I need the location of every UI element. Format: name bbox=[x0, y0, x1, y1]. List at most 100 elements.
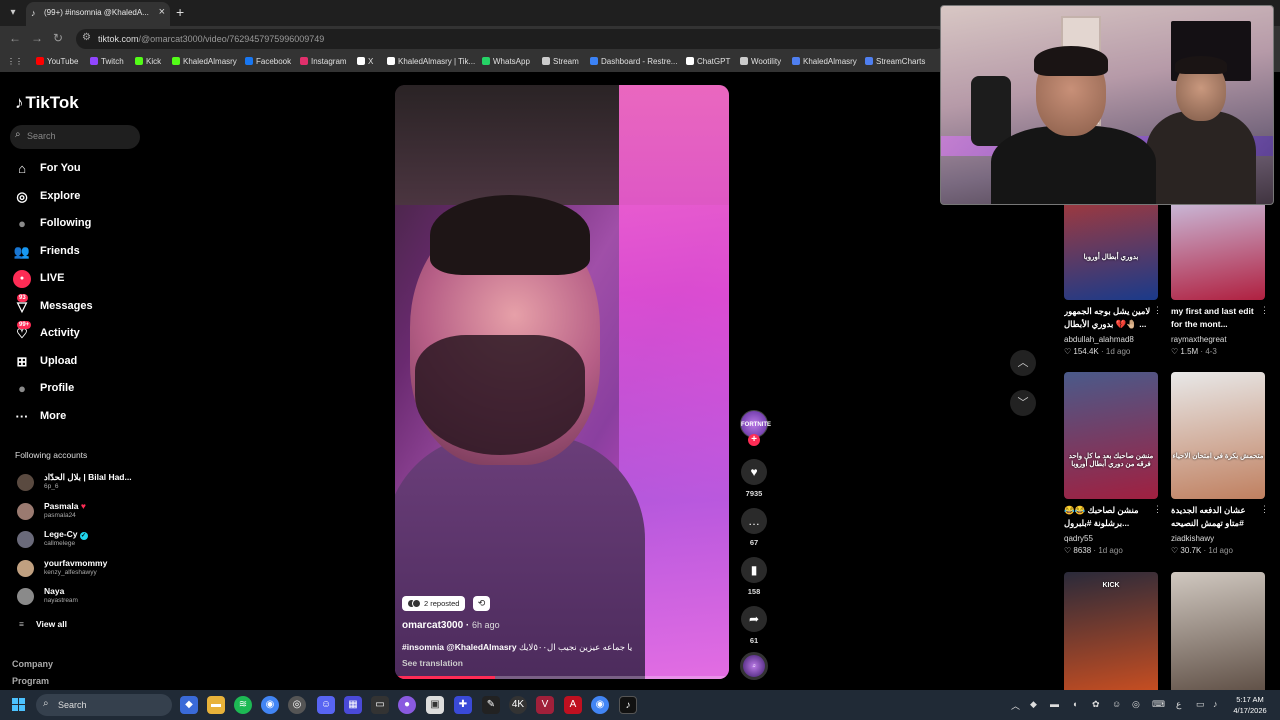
view-all-link[interactable]: ≡ View all bbox=[19, 619, 67, 629]
volume-icon[interactable]: ♪ bbox=[1213, 699, 1218, 709]
video-card-title[interactable]: my first and last edit for the mont... bbox=[1171, 305, 1259, 331]
tray-app4-icon[interactable]: ✿ bbox=[1092, 699, 1100, 710]
input-language[interactable]: ع bbox=[1176, 699, 1181, 710]
search-placeholder: Search bbox=[27, 131, 56, 141]
bookmark-item[interactable]: YouTube bbox=[36, 57, 78, 66]
previous-video-button[interactable]: ︿ bbox=[1010, 350, 1036, 376]
video-thumbnail[interactable]: منشن صاحبك بعد ما كل واحد فرقه من دوري أ… bbox=[1064, 372, 1158, 499]
video-card[interactable]: متحمش بكرة في امتحان الاحياء عشان الدفعه … bbox=[1171, 372, 1269, 555]
reposted-pill[interactable]: 2 reposted bbox=[402, 596, 466, 611]
apps-grid-icon[interactable]: ⋮⋮ bbox=[7, 57, 23, 66]
tiktok-logo[interactable]: ♪ TikTok bbox=[15, 93, 79, 113]
next-video-button[interactable]: ﹀ bbox=[1010, 390, 1036, 416]
acrobat-icon[interactable]: A bbox=[564, 696, 582, 714]
profile-icon: ● bbox=[18, 381, 26, 396]
obs-icon[interactable]: ◎ bbox=[288, 696, 306, 714]
share-button[interactable]: ➦ 61 bbox=[739, 606, 769, 645]
bookmark-item[interactable]: KhaledAlmasry bbox=[792, 57, 857, 66]
follow-plus-icon[interactable]: + bbox=[748, 434, 760, 446]
reload-icon[interactable]: ↻ bbox=[53, 31, 63, 45]
music-disc-icon[interactable]: ♫ bbox=[740, 652, 768, 680]
app-grid-icon[interactable]: ▦ bbox=[344, 696, 362, 714]
like-button[interactable]: ♥ 7935 bbox=[739, 459, 769, 498]
save-button[interactable]: ▮ 158 bbox=[739, 557, 769, 596]
caption-tags[interactable]: #insomnia @KhaledAlmasry bbox=[402, 642, 517, 652]
author-name: omarcat3000 bbox=[402, 620, 464, 631]
more-options-icon[interactable]: ⋮ bbox=[1260, 504, 1269, 515]
windows-start-icon[interactable] bbox=[12, 698, 26, 712]
tray-app5-icon[interactable]: ☺ bbox=[1112, 699, 1121, 709]
more-options-icon[interactable]: ⋮ bbox=[1153, 305, 1162, 316]
like-count: 154.4K bbox=[1073, 347, 1099, 356]
file-explorer-icon[interactable]: ▬ bbox=[207, 696, 225, 714]
bookmark-item[interactable]: Dashboard - Restre... bbox=[590, 57, 677, 66]
bookmark-item[interactable]: Facebook bbox=[245, 57, 291, 66]
bookmark-item[interactable]: KhaledAlmasry | Tik... bbox=[387, 57, 475, 66]
store-icon[interactable]: ▣ bbox=[426, 696, 444, 714]
4k-app-icon[interactable]: 4K bbox=[509, 696, 527, 714]
video-card[interactable] bbox=[1171, 572, 1265, 699]
chrome-icon[interactable]: ◉ bbox=[261, 696, 279, 714]
video-card-title[interactable]: عشان الدفعه الجديدة #متاو تهمش النصيحه #… bbox=[1171, 504, 1259, 530]
chrome-profile-icon[interactable]: ◉ bbox=[591, 696, 609, 714]
tray-app1-icon[interactable]: ◆ bbox=[1030, 699, 1037, 710]
footer-program[interactable]: Program bbox=[12, 676, 49, 686]
bookmark-item[interactable]: Instagram bbox=[300, 57, 347, 66]
app-red-icon[interactable]: V bbox=[536, 696, 554, 714]
see-translation-link[interactable]: See translation bbox=[402, 658, 463, 668]
tab-search-button[interactable]: ▾ bbox=[5, 5, 21, 21]
site-info-icon[interactable]: ⚙ bbox=[82, 32, 91, 43]
tray-app6-icon[interactable]: ◎ bbox=[1132, 699, 1140, 710]
bookmark-item[interactable]: X bbox=[357, 57, 373, 66]
video-thumbnail[interactable] bbox=[1171, 572, 1265, 699]
url-bar[interactable]: ⚙ tiktok.com/@omarcat3000/video/76294579… bbox=[76, 29, 946, 49]
bookmark-item[interactable]: Wootility bbox=[740, 57, 781, 66]
browser-tab-active[interactable]: ♪ (99+) #insomnia @KhaledA... × bbox=[26, 2, 170, 26]
taskbar-search[interactable]: ⌕ Search bbox=[36, 694, 172, 716]
video-thumbnail[interactable]: متحمش بكرة في امتحان الاحياء bbox=[1171, 372, 1265, 499]
video-card-user[interactable]: raymaxthegreat bbox=[1171, 335, 1227, 344]
pen-icon[interactable]: ✎ bbox=[482, 696, 500, 714]
copilot-icon[interactable]: ◆ bbox=[180, 696, 198, 714]
bookmark-item[interactable]: Stream bbox=[542, 57, 579, 66]
video-player[interactable] bbox=[395, 85, 729, 679]
new-tab-button[interactable]: + bbox=[176, 4, 184, 20]
forward-icon[interactable]: → bbox=[31, 31, 43, 45]
discord-icon[interactable]: ☺ bbox=[317, 696, 335, 714]
video-card[interactable]: KICK bbox=[1064, 572, 1158, 699]
video-card-user[interactable]: abdullah_alahmad8 bbox=[1064, 335, 1134, 344]
bookmark-item[interactable]: ChatGPT bbox=[686, 57, 730, 66]
app-purple-icon[interactable]: ● bbox=[398, 696, 416, 714]
video-thumbnail[interactable]: KICK bbox=[1064, 572, 1158, 699]
bookmark-item[interactable]: StreamCharts bbox=[865, 57, 925, 66]
tray-overflow-icon[interactable]: ︿ bbox=[1011, 699, 1020, 712]
bookmark-item[interactable]: Twitch bbox=[90, 57, 124, 66]
bookmark-item[interactable]: WhatsApp bbox=[482, 57, 530, 66]
comment-button[interactable]: … 67 bbox=[739, 508, 769, 547]
terminal-icon[interactable]: ▭ bbox=[371, 696, 389, 714]
taskbar-clock[interactable]: 5:17 AM 4/17/2026 bbox=[1228, 694, 1272, 716]
video-card-title[interactable]: 😂😂 منشن لصاحبك برشلونة #بلبرول... bbox=[1064, 504, 1152, 530]
tray-app2-icon[interactable]: ▬ bbox=[1050, 699, 1059, 709]
gamepad-icon[interactable]: ✚ bbox=[454, 696, 472, 714]
keyboard-icon[interactable]: ⌨ bbox=[1152, 699, 1165, 710]
more-options-icon[interactable]: ⋮ bbox=[1260, 305, 1269, 316]
capcut-icon[interactable]: ♪ bbox=[619, 696, 637, 714]
back-icon[interactable]: ← bbox=[9, 31, 21, 45]
tray-app3-icon[interactable]: ◖ bbox=[1072, 699, 1077, 709]
video-card-title[interactable]: لامين يشل بوجه الجمهور 🤚🏼💔 بدوري الأبطال… bbox=[1064, 305, 1152, 331]
video-author[interactable]: omarcat3000 · 6h ago bbox=[402, 620, 500, 631]
video-card-user[interactable]: ziadkishawy bbox=[1171, 534, 1214, 543]
network-icon[interactable]: ▭ bbox=[1196, 699, 1205, 710]
video-progress-bar[interactable] bbox=[395, 676, 729, 679]
more-options-icon[interactable]: ⋮ bbox=[1153, 504, 1162, 515]
repost-icon[interactable]: ⟲ bbox=[473, 596, 490, 611]
search-input[interactable]: ⌕ Search bbox=[10, 125, 140, 149]
close-tab-icon[interactable]: × bbox=[159, 6, 165, 18]
spotify-icon[interactable]: ≋ bbox=[234, 696, 252, 714]
footer-company[interactable]: Company bbox=[12, 659, 53, 669]
bookmark-item[interactable]: Kick bbox=[135, 57, 161, 66]
bookmark-item[interactable]: KhaledAlmasry bbox=[172, 57, 237, 66]
video-card-user[interactable]: qadry55 bbox=[1064, 534, 1093, 543]
video-card[interactable]: منشن صاحبك بعد ما كل واحد فرقه من دوري أ… bbox=[1064, 372, 1162, 555]
